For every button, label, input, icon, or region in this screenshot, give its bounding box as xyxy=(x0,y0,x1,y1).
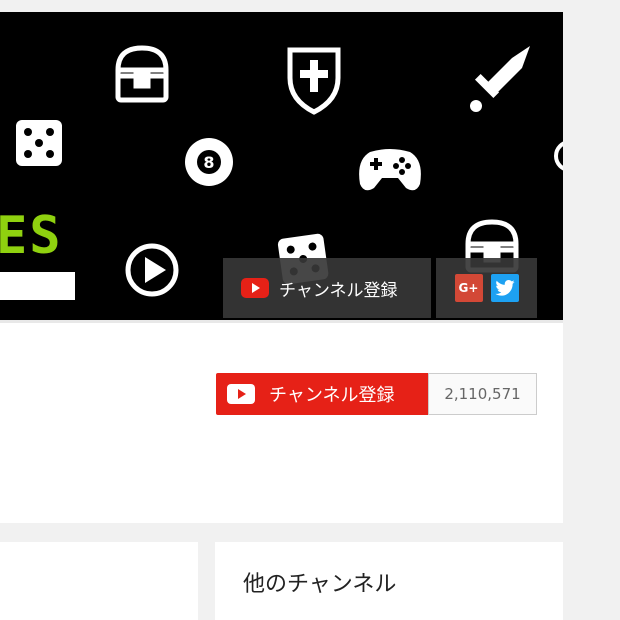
partial-icon xyxy=(554,141,563,171)
channel-banner: 8 ES チャンネル登録 G+ xyxy=(0,12,563,320)
subscribe-button[interactable]: チャンネル登録 xyxy=(216,373,428,415)
other-channels-panel: 他のチャンネル xyxy=(215,542,563,620)
youtube-icon xyxy=(227,384,255,404)
banner-social-links: G+ xyxy=(436,258,537,318)
play-circle-icon xyxy=(125,243,179,297)
treasure-chest-icon xyxy=(115,45,169,103)
other-channels-title: 他のチャンネル xyxy=(243,572,397,597)
banner-subscribe-button[interactable]: チャンネル登録 xyxy=(223,258,431,318)
subscribe-label: チャンネル登録 xyxy=(269,385,395,406)
channel-page: 8 ES チャンネル登録 G+ チャンネル登録 2,110,571 他のチャンネ… xyxy=(0,0,620,620)
eight-ball-icon: 8 xyxy=(185,138,233,186)
dice-icon xyxy=(16,120,62,166)
shield-icon xyxy=(287,47,341,115)
twitter-icon[interactable] xyxy=(490,274,519,302)
banner-logo-strip xyxy=(0,272,75,300)
banner-logo-text: ES xyxy=(0,206,63,266)
content-panel xyxy=(0,542,198,620)
subscriber-count: 2,110,571 xyxy=(428,373,537,415)
youtube-icon xyxy=(241,278,269,298)
channel-header: チャンネル登録 2,110,571 xyxy=(0,320,563,523)
sword-icon xyxy=(470,46,530,112)
banner-subscribe-label: チャンネル登録 xyxy=(279,280,398,301)
gamepad-icon xyxy=(359,149,421,191)
google-plus-icon[interactable]: G+ xyxy=(454,274,483,302)
svg-text:8: 8 xyxy=(203,153,214,172)
